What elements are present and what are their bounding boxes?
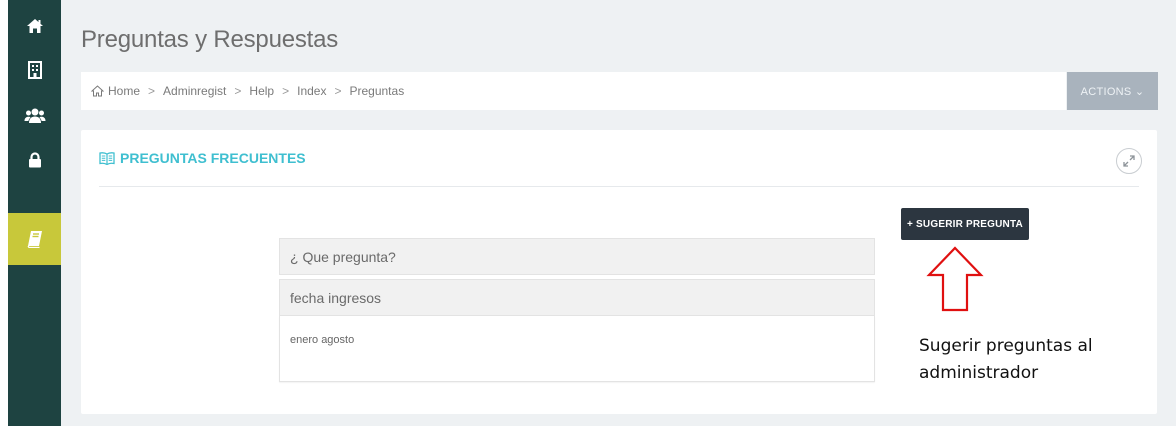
- faq-question-1[interactable]: ¿ Que pregunta?: [279, 238, 875, 275]
- breadcrumb-separator: >: [234, 84, 242, 98]
- sidebar: [8, 0, 61, 426]
- sidebar-item-users[interactable]: [8, 96, 61, 136]
- lock-icon: [28, 152, 41, 168]
- breadcrumb-home[interactable]: Home: [108, 84, 140, 98]
- breadcrumb-separator: >: [282, 84, 290, 98]
- breadcrumb: Home > Adminregist > Help > Index > Preg…: [81, 72, 1066, 110]
- breadcrumb-adminregist[interactable]: Adminregist: [163, 84, 226, 98]
- sidebar-item-book[interactable]: [8, 213, 61, 265]
- actions-button[interactable]: ACTIONS ⌄: [1067, 72, 1158, 110]
- book-icon: [27, 231, 42, 248]
- home-icon: [26, 19, 43, 33]
- breadcrumb-index[interactable]: Index: [297, 84, 326, 98]
- suggest-question-button[interactable]: + SUGERIR PREGUNTA: [901, 208, 1029, 240]
- expand-icon: [1123, 155, 1135, 167]
- faq-answer-2: enero agosto: [279, 316, 875, 382]
- sidebar-item-building[interactable]: [8, 50, 61, 90]
- home-outline-icon[interactable]: [91, 85, 104, 97]
- faq-question-2[interactable]: fecha ingresos: [279, 279, 875, 316]
- annotation-text: Sugerir preguntas al administrador: [919, 336, 1093, 383]
- up-arrow-annotation-icon: [926, 246, 984, 312]
- faq-list: ¿ Que pregunta? fecha ingresos enero ago…: [279, 238, 875, 382]
- panel-divider: [99, 186, 1139, 187]
- users-icon: [24, 108, 45, 123]
- breadcrumb-separator: >: [148, 84, 156, 98]
- building-icon: [27, 61, 42, 79]
- sidebar-item-home[interactable]: [8, 6, 61, 46]
- sidebar-item-lock[interactable]: [8, 140, 61, 180]
- panel-header: PREGUNTAS FRECUENTES: [99, 150, 306, 166]
- open-book-icon: [99, 151, 115, 165]
- expand-button[interactable]: [1116, 148, 1142, 174]
- breadcrumb-separator: >: [334, 84, 342, 98]
- panel-title: PREGUNTAS FRECUENTES: [120, 150, 306, 166]
- breadcrumb-help[interactable]: Help: [249, 84, 274, 98]
- breadcrumb-preguntas: Preguntas: [349, 84, 405, 98]
- page-title: Preguntas y Respuestas: [81, 26, 339, 53]
